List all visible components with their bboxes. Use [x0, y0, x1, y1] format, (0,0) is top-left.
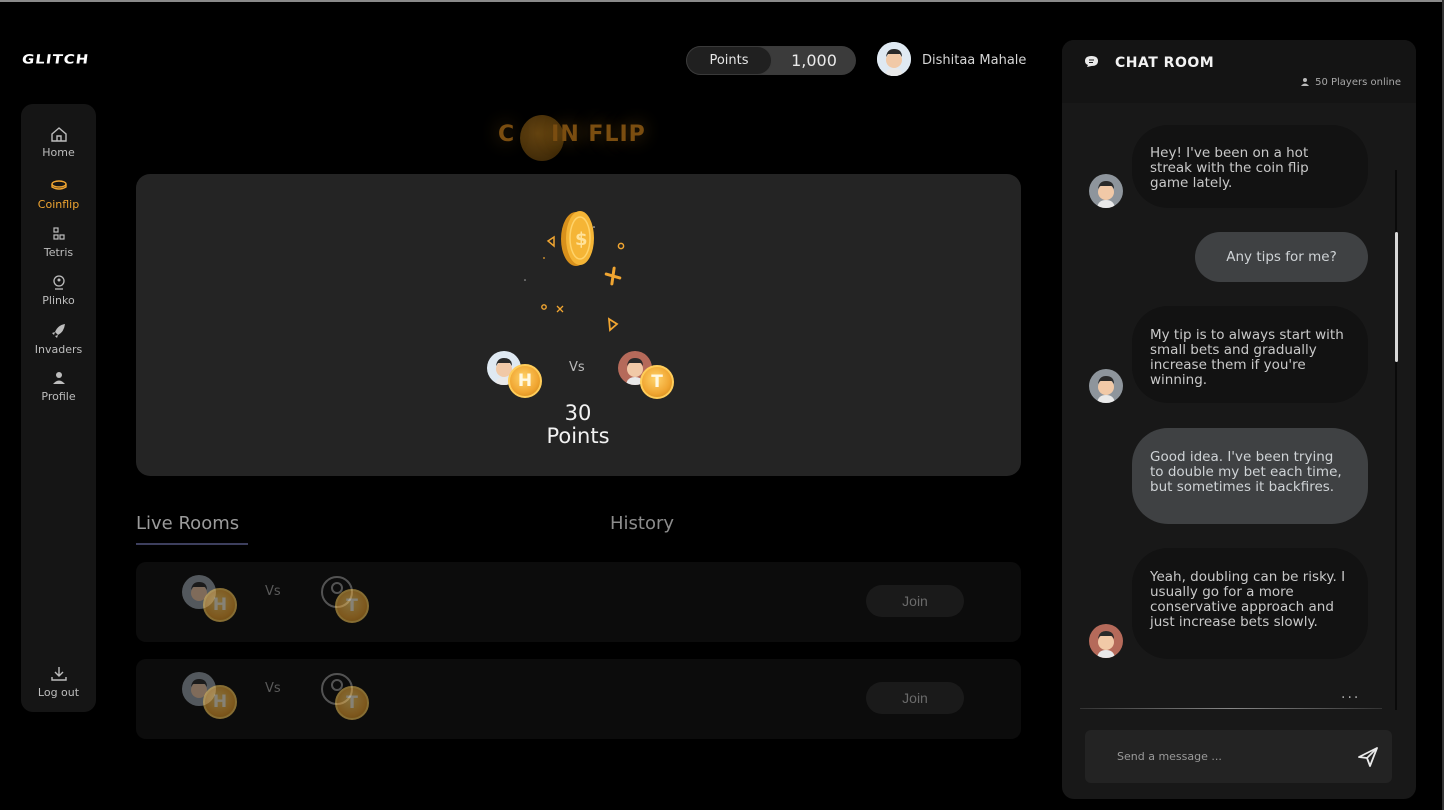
rocket-icon — [51, 324, 65, 338]
user-name[interactable]: Dishitaa Mahale — [922, 53, 1026, 68]
tab-history[interactable]: History — [610, 513, 674, 534]
versus-label: Vs — [265, 681, 281, 696]
home-icon — [50, 127, 67, 142]
players-online-count: 50 Players online — [1315, 77, 1401, 88]
download-icon — [50, 667, 67, 681]
live-room-row: H Vs T Join — [136, 659, 1021, 739]
coin-icon — [50, 180, 67, 190]
chat-message-own: Any tips for me? — [1195, 232, 1368, 282]
sidebar-item-label: Profile — [41, 390, 76, 403]
active-tab-underline — [136, 543, 248, 545]
chat-user-face-icon — [1097, 181, 1115, 208]
sidebar-nav: Home Coinflip Tetris Plinko Invaders Pro… — [21, 104, 96, 712]
typing-indicator: ... — [1341, 686, 1361, 702]
versus-label: Vs — [569, 360, 585, 375]
chat-avatar — [1089, 369, 1123, 403]
tab-live-rooms[interactable]: Live Rooms — [136, 513, 239, 534]
chat-title: CHAT ROOM — [1115, 55, 1215, 71]
chat-message: My tip is to always start with small bet… — [1132, 306, 1368, 403]
sidebar-item-invaders[interactable]: Invaders — [21, 323, 96, 356]
chat-divider — [1080, 708, 1382, 709]
points-label: Points — [686, 46, 772, 75]
bet-amount: 30 — [564, 401, 592, 425]
tails-coin-icon: T — [640, 365, 674, 399]
chat-scrollbar-thumb[interactable] — [1395, 232, 1398, 362]
live-room-row: H Vs T Join — [136, 562, 1021, 642]
tetris-icon — [52, 227, 65, 240]
join-button[interactable]: Join — [866, 682, 964, 714]
versus-label: Vs — [265, 584, 281, 599]
title-prefix: C — [498, 122, 516, 147]
sidebar-item-tetris[interactable]: Tetris — [21, 226, 96, 259]
window-top-edge — [0, 0, 1444, 2]
message-input[interactable] — [1117, 747, 1347, 765]
sidebar-item-label: Home — [42, 146, 75, 159]
avatar[interactable] — [877, 42, 911, 76]
send-icon[interactable] — [1357, 746, 1379, 768]
points-display: Points 1,000 — [686, 46, 856, 75]
svg-text:$: $ — [575, 229, 588, 250]
points-value: 1,000 — [791, 51, 837, 70]
tails-coin-icon: T — [335, 589, 369, 623]
brand-logo[interactable]: GLITCH — [21, 51, 90, 66]
heads-coin-icon: H — [508, 364, 542, 398]
message-composer — [1085, 730, 1392, 783]
logout-label: Log out — [37, 686, 80, 699]
tails-coin-icon: T — [335, 686, 369, 720]
logout-button[interactable]: Log out — [21, 666, 96, 699]
sidebar-item-profile[interactable]: Profile — [21, 370, 96, 403]
sidebar-item-label: Invaders — [34, 343, 83, 356]
title-suffix: IN FLIP — [551, 122, 646, 147]
plinko-icon — [52, 275, 65, 290]
page-title: C IN FLIP — [498, 122, 646, 147]
players-online-icon — [1301, 78, 1309, 86]
sidebar-item-home[interactable]: Home — [21, 126, 96, 159]
chat-header: CHAT ROOM 50 Players online — [1062, 40, 1416, 103]
chat-user-face-icon — [1097, 376, 1115, 403]
chat-message-own: Good idea. I've been trying to double my… — [1132, 428, 1368, 524]
sidebar-item-label: Coinflip — [37, 198, 80, 211]
chat-panel: CHAT ROOM 50 Players online Hey! I've be… — [1062, 40, 1416, 799]
chat-bubble-icon — [1085, 56, 1098, 67]
heads-coin-icon: H — [203, 588, 237, 622]
bet-unit: Points — [546, 424, 610, 448]
sidebar-item-label: Plinko — [42, 294, 75, 307]
user-icon — [52, 372, 65, 384]
chat-user-face-icon — [1097, 631, 1115, 658]
sidebar-item-label: Tetris — [43, 246, 74, 259]
heads-coin-icon: H — [203, 685, 237, 719]
sidebar-item-coinflip[interactable]: Coinflip — [21, 178, 96, 211]
join-button[interactable]: Join — [866, 585, 964, 617]
user-avatar-icon — [877, 42, 911, 76]
chat-message: Hey! I've been on a hot streak with the … — [1132, 125, 1368, 208]
chat-avatar — [1089, 624, 1123, 658]
sidebar-item-plinko[interactable]: Plinko — [21, 274, 96, 307]
flipping-coin-icon: $ — [524, 211, 625, 332]
chat-avatar — [1089, 174, 1123, 208]
chat-message: Yeah, doubling can be risky. I usually g… — [1132, 548, 1368, 659]
